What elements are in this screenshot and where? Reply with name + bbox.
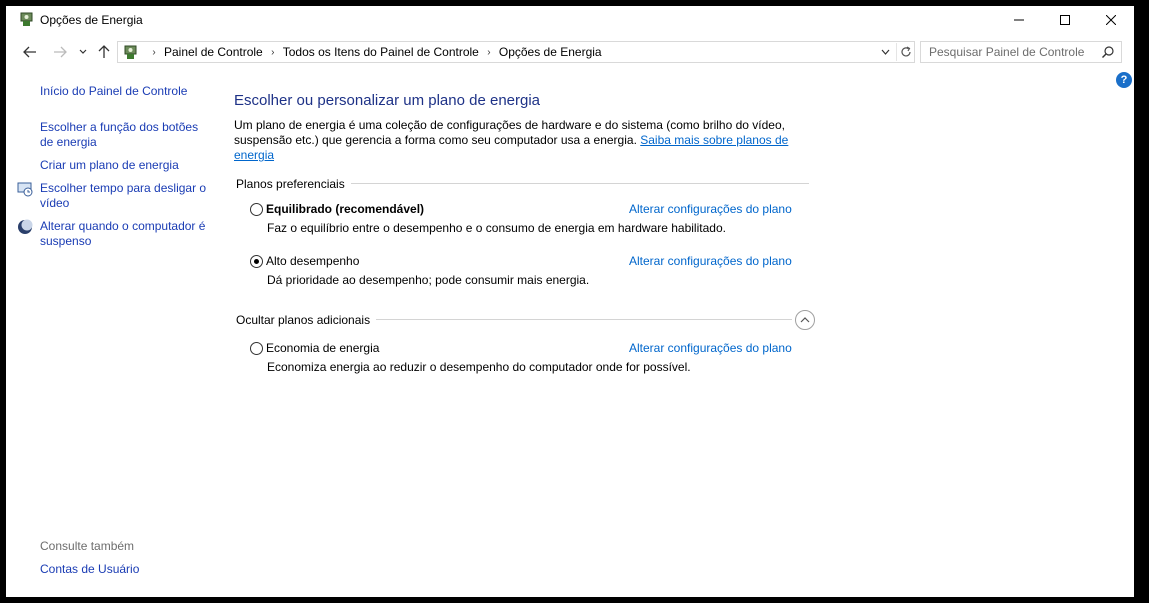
title-bar: Opções de Energia [6,6,1134,33]
sidebar-item-display-off[interactable]: Escolher tempo para desligar o vídeo [40,181,210,211]
control-panel-icon [124,45,137,59]
arrow-right-icon [54,46,67,58]
breadcrumb-separator-icon[interactable]: › [479,47,499,58]
collapse-additional-plans-button[interactable] [795,310,815,330]
plan-name-balanced[interactable]: Equilibrado (recomendável) [266,202,424,216]
close-icon [1106,14,1116,25]
plan-description: Economiza energia ao reduzir o desempenh… [267,360,691,374]
sidebar-item-control-panel-home[interactable]: Início do Painel de Controle [40,84,210,99]
sleep-moon-icon [18,219,33,234]
power-options-icon [20,12,33,26]
back-button[interactable] [20,42,40,62]
search-icon[interactable] [1101,45,1115,59]
change-plan-settings-link[interactable]: Alterar configurações do plano [629,254,792,268]
maximize-button[interactable] [1042,6,1088,33]
power-options-window: Opções de Energia › Painel de Controle ›… [6,6,1134,597]
chevron-up-icon [800,317,810,323]
search-input[interactable] [921,42,1097,62]
plan-radio-balanced[interactable] [250,203,263,216]
plan-description: Faz o equilíbrio entre o desempenho e o … [267,221,726,235]
breadcrumb-item[interactable]: Painel de Controle [164,45,263,59]
refresh-icon [900,46,911,57]
navigation-bar: › Painel de Controle › Todos os Itens do… [6,39,1134,65]
display-timer-icon [17,182,33,197]
sidebar-item-power-buttons[interactable]: Escolher a função dos botões de energia [40,120,210,150]
plan-description: Dá prioridade ao desempenho; pode consum… [267,273,590,287]
arrow-left-icon [23,46,36,58]
window-title: Opções de Energia [40,13,143,27]
breadcrumb-item[interactable]: Todos os Itens do Painel de Controle [283,45,479,59]
preferred-plans-heading: Planos preferenciais [236,177,351,191]
page-title: Escolher ou personalizar um plano de ene… [234,92,541,109]
up-button[interactable] [94,42,114,62]
breadcrumb-item[interactable]: Opções de Energia [499,45,602,59]
change-plan-settings-link[interactable]: Alterar configurações do plano [629,341,792,355]
user-accounts-link[interactable]: Contas de Usuário [40,562,139,576]
additional-plans-heading[interactable]: Ocultar planos adicionais [236,313,377,327]
recent-locations-button[interactable] [76,42,90,62]
breadcrumb: › Painel de Controle › Todos os Itens do… [144,45,602,59]
plan-name-power-saver[interactable]: Economia de energia [266,341,379,355]
chevron-down-icon [881,49,889,55]
breadcrumb-separator-icon[interactable]: › [144,47,164,58]
plan-radio-power-saver[interactable] [250,342,263,355]
maximize-icon [1060,14,1070,25]
sidebar-item-sleep[interactable]: Alterar quando o computador é suspenso [40,219,210,249]
change-plan-settings-link[interactable]: Alterar configurações do plano [629,202,792,216]
refresh-button[interactable] [896,43,914,61]
see-also-heading: Consulte também [40,539,135,553]
search-box [920,41,1122,63]
minimize-button[interactable] [996,6,1042,33]
address-dropdown-button[interactable] [878,45,892,59]
help-button[interactable]: ? [1116,72,1132,88]
intro-paragraph: Um plano de energia é uma coleção de con… [234,118,794,163]
close-button[interactable] [1088,6,1134,33]
chevron-down-icon [79,49,87,54]
forward-button[interactable] [50,42,70,62]
breadcrumb-separator-icon[interactable]: › [263,47,283,58]
address-bar[interactable]: › Painel de Controle › Todos os Itens do… [117,41,915,63]
plan-name-high-performance[interactable]: Alto desempenho [266,254,359,268]
arrow-up-icon [98,45,110,58]
minimize-icon [1014,19,1024,20]
plan-radio-high-performance[interactable] [250,255,263,268]
sidebar-item-create-plan[interactable]: Criar um plano de energia [40,158,210,173]
